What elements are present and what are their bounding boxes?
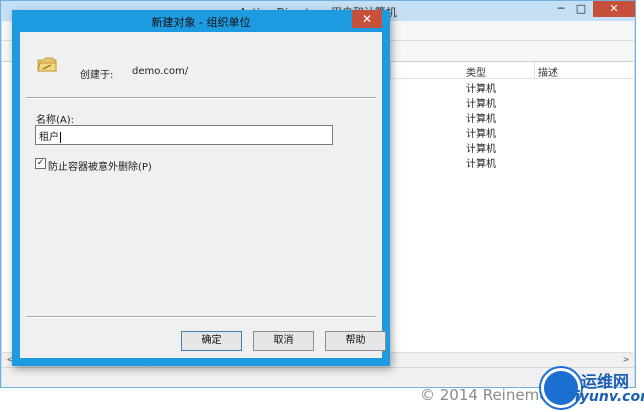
site-url: iyunv.com [575,389,644,405]
column-header-type[interactable]: 类型 [466,64,486,79]
protect-checkbox-label[interactable]: 防止容器被意外删除(P) [48,158,152,173]
column-separator[interactable] [534,62,535,78]
dialog-client: 创建于: demo.com/ 名称(A): 租户 ✓ 防止容器被意外删除(P) … [20,32,386,358]
list-item-type[interactable]: 计算机 [466,95,496,110]
text-caret [60,131,61,143]
dialog-close-button[interactable]: ✕ [352,10,382,28]
new-ou-dialog: 新建对象 - 组织单位 ✕ 创建于: demo.com/ 名称(A): 租户 ✓… [12,10,390,366]
list-item-type[interactable]: 计算机 [466,110,496,125]
minimize-button[interactable]: ─ [551,1,571,17]
list-item-type[interactable]: 计算机 [466,125,496,140]
list-item-type[interactable]: 计算机 [466,155,496,170]
site-logo: 运维网 iyunv.com [535,362,644,412]
name-label: 名称(A): [36,115,75,126]
column-header-description[interactable]: 描述 [538,64,558,79]
name-input-value: 租户 [39,132,59,143]
create-in-path: demo.com/ [132,66,189,77]
maximize-button[interactable]: □ [571,1,591,17]
name-input[interactable]: 租户 [35,125,333,145]
protect-checkbox[interactable]: ✓ [35,158,46,169]
ok-button[interactable]: 确定 [181,331,242,351]
divider [26,97,376,99]
create-in-label: 创建于: [80,70,114,81]
close-button[interactable]: ✕ [593,1,635,17]
list-item-type[interactable]: 计算机 [466,80,496,95]
folder-icon [37,57,57,72]
list-item-type[interactable]: 计算机 [466,140,496,155]
cancel-button[interactable]: 取消 [253,331,314,351]
dialog-title: 新建对象 - 组织单位 [151,16,251,29]
divider [26,316,376,318]
copyright-watermark: © 2014 Reineme [420,386,549,404]
help-button[interactable]: 帮助 [325,331,386,351]
column-separator[interactable] [390,62,391,78]
